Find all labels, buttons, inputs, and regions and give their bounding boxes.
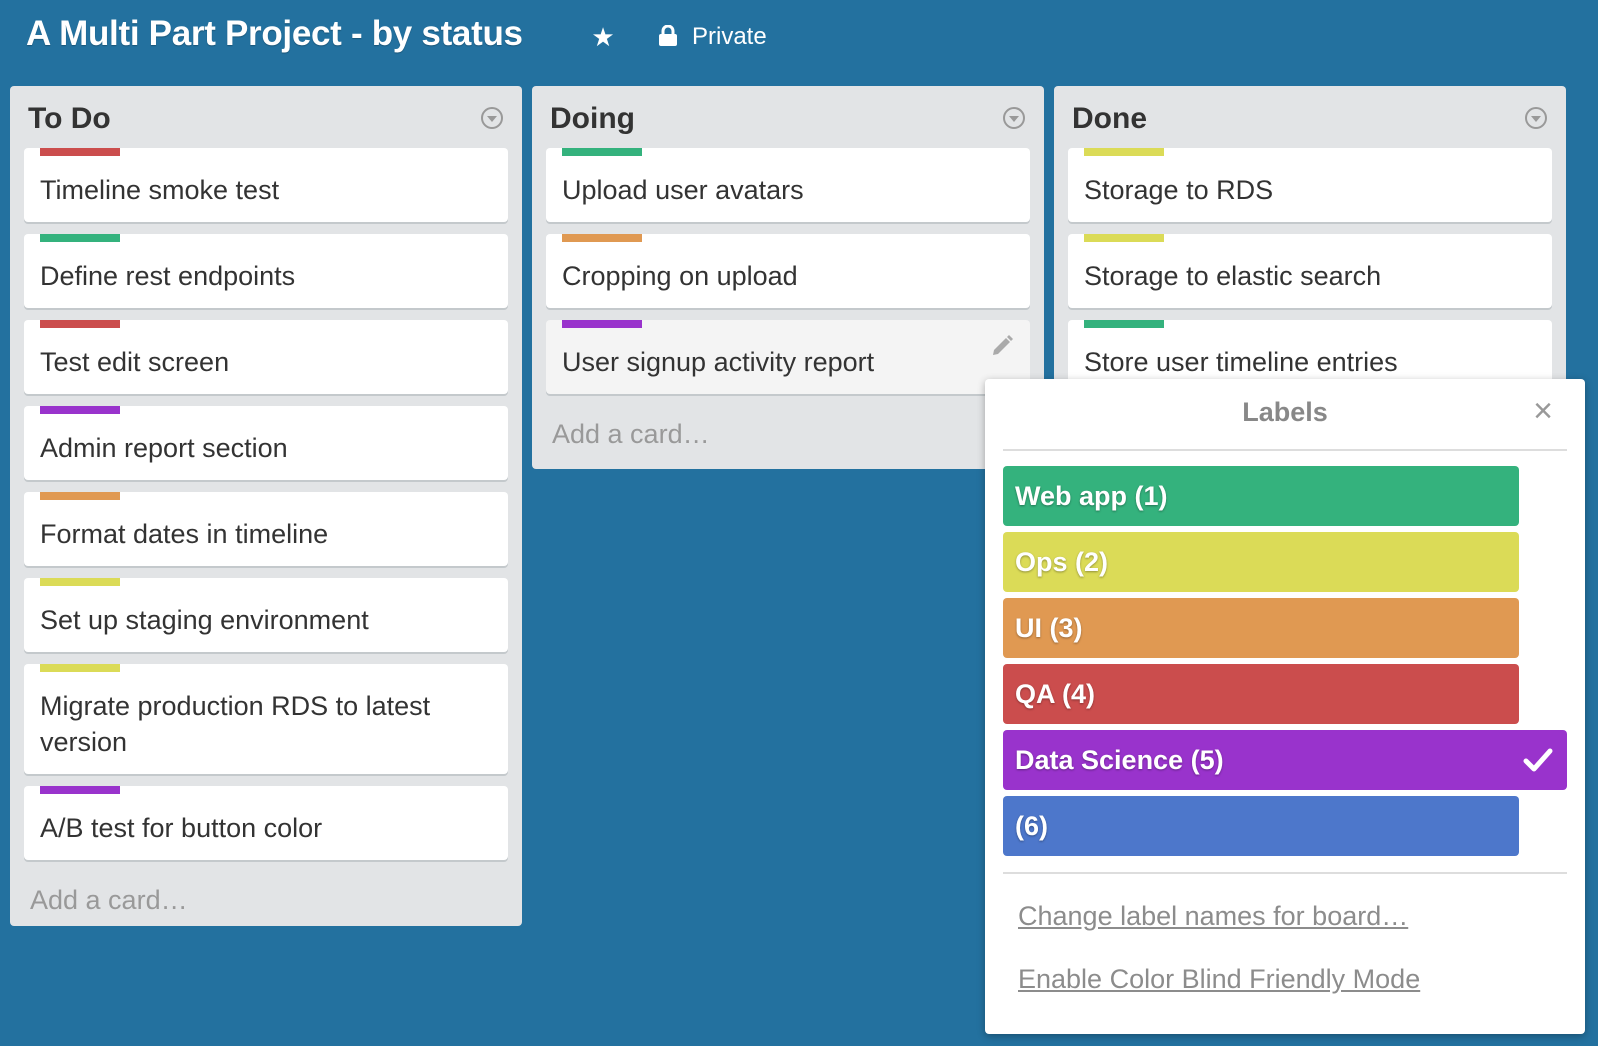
card[interactable]: User signup activity report	[546, 320, 1030, 394]
divider	[1003, 449, 1567, 451]
card-label-green	[1084, 320, 1164, 328]
list-doing: Doing Upload user avatars Cropping on up…	[532, 86, 1044, 469]
label-ops[interactable]: Ops (2)	[1003, 532, 1519, 592]
card-title: Storage to RDS	[1084, 172, 1536, 208]
chevron-down-circle-icon[interactable]	[480, 106, 504, 130]
card-title: Store user timeline entries	[1084, 344, 1536, 380]
star-icon[interactable]: ★	[588, 22, 618, 52]
card-title: Format dates in timeline	[40, 516, 492, 552]
card-label-yellow	[1084, 234, 1164, 242]
card-title: Timeline smoke test	[40, 172, 492, 208]
label-name: Web app (1)	[1015, 481, 1168, 511]
card-title: Storage to elastic search	[1084, 258, 1536, 294]
color-blind-mode-link[interactable]: Enable Color Blind Friendly Mode	[1018, 964, 1420, 995]
labels-popover: Labels × Web app (1) Ops (2) UI (3) QA (…	[985, 379, 1585, 1034]
label-data-science[interactable]: Data Science (5)	[1003, 730, 1567, 790]
add-card-button[interactable]: Add a card…	[10, 872, 522, 942]
lock-icon	[658, 25, 678, 47]
card-label-yellow	[40, 578, 120, 586]
board-header: A Multi Part Project - by status ★ Priva…	[0, 0, 1598, 80]
card-title: Test edit screen	[40, 344, 492, 380]
chevron-down-circle-icon[interactable]	[1002, 106, 1026, 130]
pencil-icon[interactable]	[990, 334, 1014, 358]
card[interactable]: Format dates in timeline	[24, 492, 508, 566]
close-icon[interactable]: ×	[1525, 393, 1561, 429]
card[interactable]: Define rest endpoints	[24, 234, 508, 308]
card-title: Define rest endpoints	[40, 258, 492, 294]
card-label-orange	[40, 492, 120, 500]
board-title[interactable]: A Multi Part Project - by status	[26, 14, 523, 54]
card[interactable]: Migrate production RDS to latest version	[24, 664, 508, 774]
privacy-button[interactable]: Private	[658, 18, 767, 56]
list-title[interactable]: Doing	[550, 102, 635, 136]
card[interactable]: Set up staging environment	[24, 578, 508, 652]
label-name: QA (4)	[1015, 679, 1095, 709]
card-label-green	[562, 148, 642, 156]
label-unnamed-blue[interactable]: (6)	[1003, 796, 1519, 856]
card-label-purple	[40, 406, 120, 414]
card-label-red	[40, 148, 120, 156]
card[interactable]: Storage to elastic search	[1068, 234, 1552, 308]
label-name: Ops (2)	[1015, 547, 1108, 577]
list-header: Doing	[532, 86, 1044, 148]
card-title: A/B test for button color	[40, 810, 492, 846]
card-label-yellow	[40, 664, 120, 672]
card[interactable]: Test edit screen	[24, 320, 508, 394]
card-label-orange	[562, 234, 642, 242]
list-title[interactable]: Done	[1072, 102, 1147, 136]
add-card-button[interactable]: Add a card…	[532, 406, 1044, 476]
card[interactable]: Cropping on upload	[546, 234, 1030, 308]
label-web-app[interactable]: Web app (1)	[1003, 466, 1519, 526]
card-title: Cropping on upload	[562, 258, 1014, 294]
label-name: (6)	[1015, 811, 1048, 841]
change-label-names-link[interactable]: Change label names for board…	[1018, 901, 1408, 932]
list-title[interactable]: To Do	[28, 102, 111, 136]
list-header: To Do	[10, 86, 522, 148]
privacy-label: Private	[692, 23, 767, 50]
divider	[1003, 872, 1567, 874]
card[interactable]: Upload user avatars	[546, 148, 1030, 222]
card[interactable]: Timeline smoke test	[24, 148, 508, 222]
card[interactable]: Admin report section	[24, 406, 508, 480]
card-title: User signup activity report	[562, 344, 1014, 380]
popover-title: Labels	[985, 397, 1585, 428]
list-done: Done Storage to RDS Storage to elastic s…	[1054, 86, 1566, 406]
label-list: Web app (1) Ops (2) UI (3) QA (4) Data S…	[1003, 466, 1567, 862]
label-name: UI (3)	[1015, 613, 1083, 643]
card-label-green	[40, 234, 120, 242]
card[interactable]: A/B test for button color	[24, 786, 508, 860]
card-label-purple	[40, 786, 120, 794]
card-label-purple	[562, 320, 642, 328]
card-title: Migrate production RDS to latest version	[40, 688, 460, 760]
check-icon	[1523, 746, 1553, 774]
card-title: Upload user avatars	[562, 172, 1014, 208]
card[interactable]: Storage to RDS	[1068, 148, 1552, 222]
list-header: Done	[1054, 86, 1566, 148]
card-title: Set up staging environment	[40, 602, 492, 638]
card-label-yellow	[1084, 148, 1164, 156]
card-label-red	[40, 320, 120, 328]
label-name: Data Science (5)	[1015, 745, 1224, 775]
label-qa[interactable]: QA (4)	[1003, 664, 1519, 724]
chevron-down-circle-icon[interactable]	[1524, 106, 1548, 130]
card-title: Admin report section	[40, 430, 492, 466]
list-to-do: To Do Timeline smoke test Define rest en…	[10, 86, 522, 926]
label-ui[interactable]: UI (3)	[1003, 598, 1519, 658]
